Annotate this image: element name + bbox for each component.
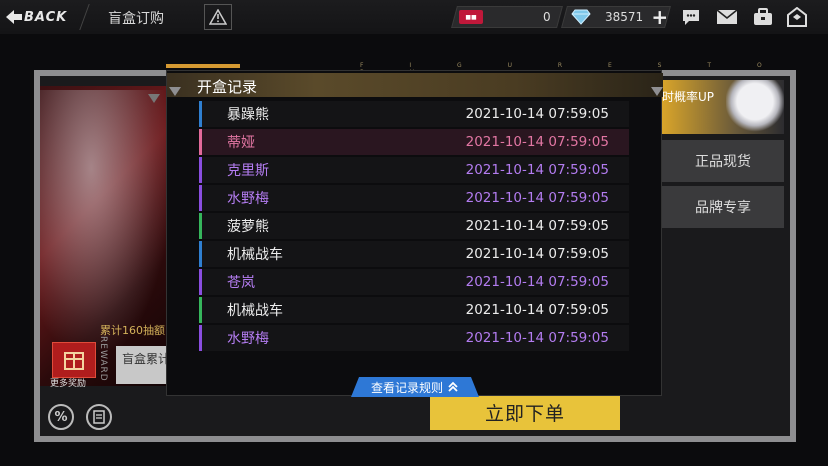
warning-icon (209, 9, 227, 25)
gem-count: 38571 (604, 10, 643, 24)
record-row: 克里斯 2021-10-14 07:59:05 (199, 157, 629, 183)
record-item-name: 菠萝熊 (227, 219, 269, 235)
rules-label: 查看记录规则 (370, 380, 443, 395)
page-title: 盲盒订购 (108, 11, 164, 27)
record-row: 暴躁熊 2021-10-14 07:59:05 (199, 101, 629, 127)
record-time: 2021-10-14 07:59:05 (465, 330, 609, 346)
chevron-up-icon (448, 381, 458, 392)
rarity-bar (199, 157, 202, 183)
mail-button[interactable] (716, 7, 738, 27)
rarity-bar (199, 325, 202, 351)
triangle-marker-icon (169, 87, 181, 96)
rarity-bar (199, 213, 202, 239)
record-row: 蒂娅 2021-10-14 07:59:05 (199, 129, 629, 155)
ticket-count: 0 (543, 10, 551, 24)
back-button[interactable]: BACK (6, 6, 76, 28)
triangle-marker-icon (148, 94, 160, 103)
record-row: 水野梅 2021-10-14 07:59:05 (199, 325, 629, 351)
records-button[interactable] (86, 404, 112, 430)
ticket-counter: ■■ 0 (451, 6, 563, 28)
record-time: 2021-10-14 07:59:05 (465, 162, 609, 178)
record-item-name: 水野梅 (227, 331, 269, 347)
record-row: 水野梅 2021-10-14 07:59:05 (199, 185, 629, 211)
modal-title: 开盒记录 (197, 78, 258, 96)
rarity-bar (199, 269, 202, 295)
add-gems-button[interactable]: + (651, 5, 669, 29)
more-rewards-label: 更多奖励 (50, 379, 87, 389)
reward-vertical-label: REWARD (98, 336, 108, 382)
cumulative-button[interactable]: 盲盒累计 (116, 346, 168, 384)
record-item-name: 苍岚 (227, 275, 255, 291)
rarity-bar (199, 129, 202, 155)
back-label: BACK (24, 9, 68, 25)
gift-icon (64, 352, 84, 370)
record-row: 菠萝熊 2021-10-14 07:59:05 (199, 213, 629, 239)
rarity-bar (199, 101, 202, 127)
record-time: 2021-10-14 07:59:05 (465, 274, 609, 290)
discount-button[interactable]: % (48, 404, 74, 430)
notice-button[interactable] (204, 4, 232, 30)
order-button[interactable]: 立即下单 (430, 394, 620, 430)
record-time: 2021-10-14 07:59:05 (465, 302, 609, 318)
bag-button[interactable] (752, 7, 774, 27)
reward-box[interactable] (52, 342, 96, 378)
rarity-bar (199, 297, 202, 323)
character-portrait (726, 80, 784, 134)
rarity-bar (199, 241, 202, 267)
record-item-name: 机械战车 (227, 247, 283, 263)
record-item-name: 蒂娅 (227, 135, 255, 151)
modal-header: 开盒记录 (167, 73, 663, 97)
back-arrow-icon (6, 10, 22, 24)
rarity-bar (199, 185, 202, 211)
ticket-icon: ■■ (459, 10, 483, 24)
record-time: 2021-10-14 07:59:05 (465, 246, 609, 262)
cumulative-banner: 累计160抽额 (100, 324, 165, 337)
tab-authentic[interactable]: 正品现货 (662, 140, 784, 182)
document-icon (93, 410, 105, 424)
record-row: 苍岚 2021-10-14 07:59:05 (199, 269, 629, 295)
diamond-icon (571, 9, 591, 25)
bag-icon (754, 8, 772, 25)
record-time: 2021-10-14 07:59:05 (465, 134, 609, 150)
record-list[interactable]: 暴躁熊 2021-10-14 07:59:05 蒂娅 2021-10-14 07:59… (199, 101, 629, 361)
record-time: 2021-10-14 07:59:05 (465, 190, 609, 206)
divider (79, 4, 90, 30)
home-button[interactable] (786, 7, 808, 27)
record-row: 机械战车 2021-10-14 07:59:05 (199, 297, 629, 323)
triangle-marker-icon (651, 87, 663, 96)
deco-strip (166, 64, 240, 68)
record-item-name: 克里斯 (227, 163, 269, 179)
record-modal: 开盒记录 暴躁熊 2021-10-14 07:59:05 蒂娅 2021-10-14 … (166, 70, 663, 397)
chat-icon (683, 10, 699, 25)
record-item-name: 暴躁熊 (227, 107, 269, 123)
character-hair (40, 90, 168, 350)
record-item-name: 机械战车 (227, 303, 283, 319)
percent-icon: % (54, 409, 68, 425)
rate-up-text: 时概率UP (662, 90, 715, 104)
chat-button[interactable] (680, 7, 702, 27)
record-row: 机械战车 2021-10-14 07:59:05 (199, 241, 629, 267)
tab-brand[interactable]: 品牌专享 (662, 186, 784, 228)
gem-counter: 38571 + (561, 5, 671, 29)
top-bar: BACK 盲盒订购 ■■ 0 38571 + (0, 0, 828, 34)
view-rules-button[interactable]: 查看记录规则 (351, 377, 479, 397)
mail-icon (716, 9, 738, 24)
home-icon (787, 7, 807, 27)
record-time: 2021-10-14 07:59:05 (465, 106, 609, 122)
record-time: 2021-10-14 07:59:05 (465, 218, 609, 234)
record-item-name: 水野梅 (227, 191, 269, 207)
